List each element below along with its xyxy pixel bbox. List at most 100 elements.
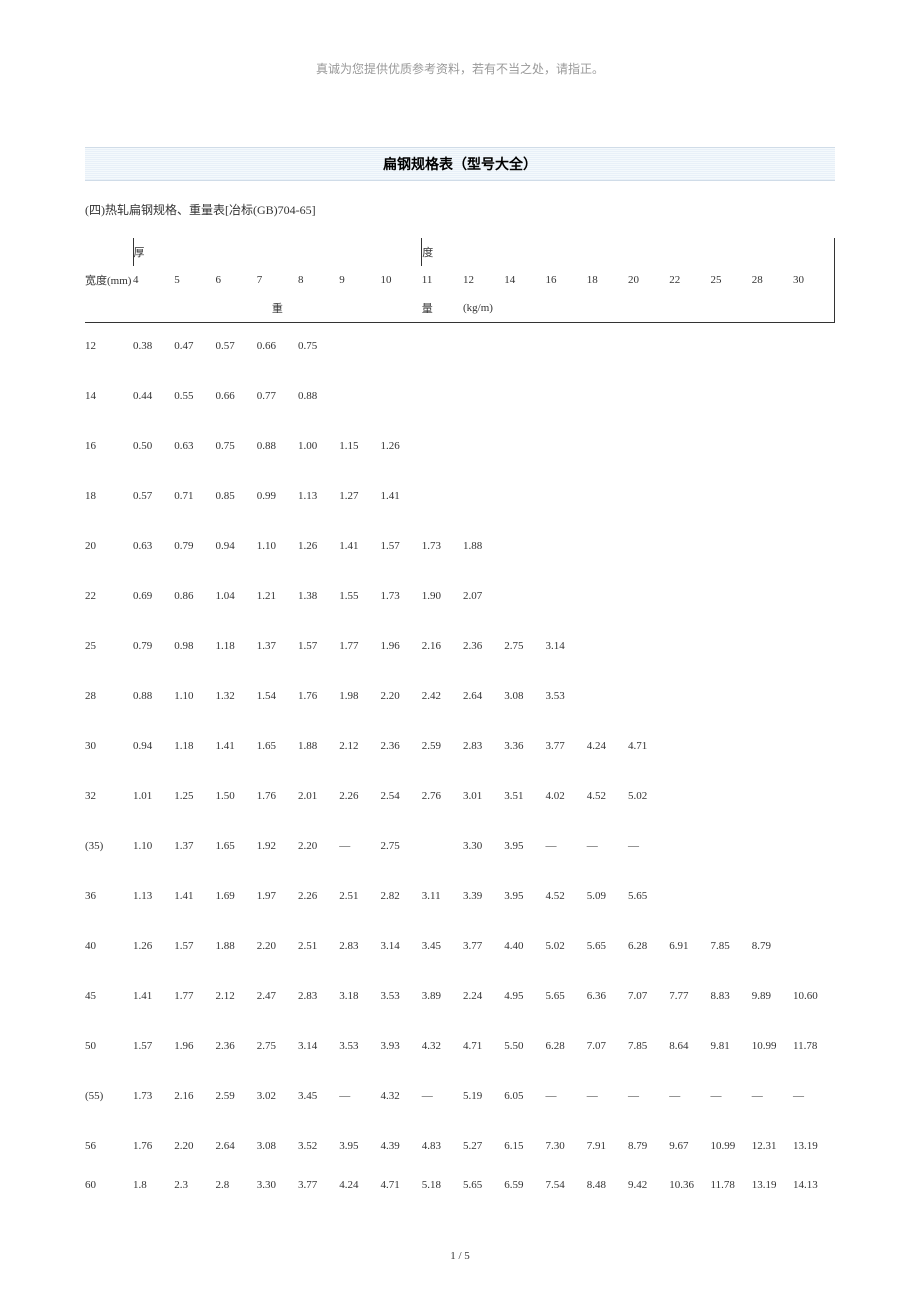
value-cell: 2.3 [174, 1172, 215, 1200]
value-cell: 0.66 [257, 322, 298, 372]
value-cell: 6.59 [504, 1172, 545, 1200]
value-cell [793, 372, 835, 422]
value-cell: 0.77 [257, 372, 298, 422]
value-cell: 2.59 [422, 722, 463, 772]
value-cell [793, 472, 835, 522]
value-cell: 1.41 [174, 872, 215, 922]
value-cell: 1.37 [257, 622, 298, 672]
value-cell: 1.41 [339, 522, 380, 572]
table-row: 601.82.32.83.303.774.244.715.185.656.597… [85, 1172, 835, 1200]
value-cell [381, 322, 422, 372]
title-bar: 扁钢规格表（型号大全） [85, 147, 835, 181]
value-cell [793, 822, 835, 872]
value-cell: 0.79 [133, 622, 174, 672]
value-cell: 2.20 [381, 672, 422, 722]
value-cell: 1.73 [422, 522, 463, 572]
value-cell: — [628, 1072, 669, 1122]
value-cell [752, 322, 793, 372]
value-cell: 1.37 [174, 822, 215, 872]
header-note: 真诚为您提供优质参考资料，若有不当之处，请指正。 [85, 60, 835, 77]
value-cell [463, 322, 504, 372]
value-cell: 0.88 [133, 672, 174, 722]
value-cell: 0.55 [174, 372, 215, 422]
value-cell: 3.01 [463, 772, 504, 822]
value-cell [504, 572, 545, 622]
thickness-header: 6 [216, 266, 257, 294]
value-cell: 1.98 [339, 672, 380, 722]
value-cell: 3.39 [463, 872, 504, 922]
value-cell: 1.76 [298, 672, 339, 722]
thickness-header: 18 [587, 266, 628, 294]
value-cell: 10.36 [669, 1172, 710, 1200]
value-cell [587, 372, 628, 422]
value-cell: — [546, 822, 587, 872]
value-cell: 6.15 [504, 1122, 545, 1172]
value-cell: 7.85 [711, 922, 752, 972]
value-cell [711, 772, 752, 822]
value-cell: 1.00 [298, 422, 339, 472]
value-cell [669, 622, 710, 672]
value-cell: 2.12 [216, 972, 257, 1022]
value-cell: 10.99 [711, 1122, 752, 1172]
value-cell: 0.99 [257, 472, 298, 522]
value-cell: 1.88 [216, 922, 257, 972]
value-cell: 3.30 [463, 822, 504, 872]
value-cell: 3.30 [257, 1172, 298, 1200]
value-cell: 2.20 [298, 822, 339, 872]
value-cell [711, 322, 752, 372]
value-cell: 1.92 [257, 822, 298, 872]
value-cell: 1.01 [133, 772, 174, 822]
value-cell: — [587, 822, 628, 872]
value-cell: 2.16 [422, 622, 463, 672]
value-cell: 1.76 [133, 1122, 174, 1172]
value-cell: 3.14 [298, 1022, 339, 1072]
value-cell: 7.91 [587, 1122, 628, 1172]
value-cell: 5.02 [628, 772, 669, 822]
table-row: (55)1.732.162.593.023.45—4.32—5.196.05——… [85, 1072, 835, 1122]
width-cell: (55) [85, 1072, 133, 1122]
thickness-header: 5 [174, 266, 215, 294]
value-cell [752, 622, 793, 672]
value-cell: 3.77 [463, 922, 504, 972]
value-cell: 2.20 [257, 922, 298, 972]
value-cell [669, 322, 710, 372]
value-cell: 0.38 [133, 322, 174, 372]
value-cell [752, 822, 793, 872]
width-cell: 16 [85, 422, 133, 472]
value-cell: 1.27 [339, 472, 380, 522]
value-cell: — [711, 1072, 752, 1122]
value-cell [711, 572, 752, 622]
value-cell: 0.63 [174, 422, 215, 472]
value-cell [463, 372, 504, 422]
value-cell: 2.82 [381, 872, 422, 922]
value-cell [422, 822, 463, 872]
value-cell: 1.32 [216, 672, 257, 722]
value-cell: 4.71 [628, 722, 669, 772]
value-cell: 6.91 [669, 922, 710, 972]
thickness-header: 4 [133, 266, 174, 294]
table-row: 200.630.790.941.101.261.411.571.731.88 [85, 522, 835, 572]
value-cell: 3.08 [257, 1122, 298, 1172]
value-cell: 0.79 [174, 522, 215, 572]
value-cell [793, 422, 835, 472]
value-cell [546, 572, 587, 622]
thickness-header: 10 [381, 266, 422, 294]
value-cell [793, 772, 835, 822]
width-cell: 22 [85, 572, 133, 622]
value-cell: 1.54 [257, 672, 298, 722]
value-cell: 9.89 [752, 972, 793, 1022]
liang-label: 量 [422, 294, 463, 322]
value-cell [752, 522, 793, 572]
value-cell: — [546, 1072, 587, 1122]
value-cell [587, 622, 628, 672]
value-cell [711, 722, 752, 772]
value-cell [711, 822, 752, 872]
value-cell: 1.77 [174, 972, 215, 1022]
value-cell [546, 522, 587, 572]
value-cell: 7.07 [587, 1022, 628, 1072]
value-cell: 3.53 [339, 1022, 380, 1072]
value-cell: 4.24 [339, 1172, 380, 1200]
value-cell: 0.63 [133, 522, 174, 572]
value-cell: 4.71 [463, 1022, 504, 1072]
value-cell: 10.60 [793, 972, 835, 1022]
